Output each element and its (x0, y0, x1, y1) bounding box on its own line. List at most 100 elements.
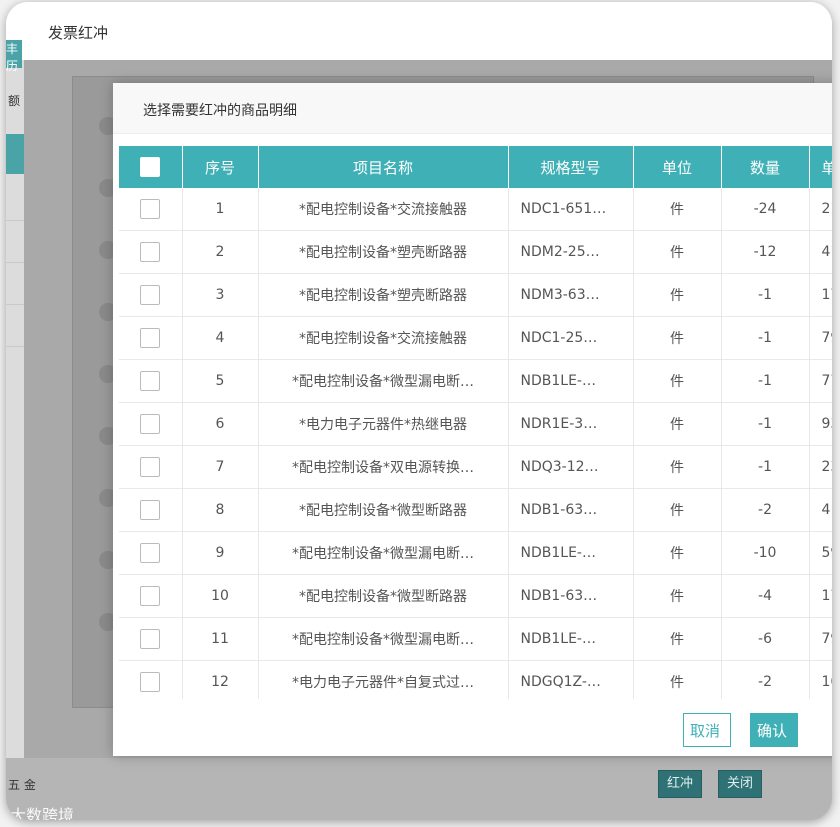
close-button[interactable]: 关闭 (718, 770, 763, 798)
row-checkbox[interactable] (140, 328, 161, 348)
cell-price: 93 (809, 402, 832, 446)
background-teal-block (6, 134, 24, 174)
table-row[interactable]: 3*配电控制设备*塑壳断路器NDM3-63…件-117 (119, 273, 832, 317)
cell-qty: -24 (721, 188, 810, 231)
cell-name: *配电控制设备*双电源转换… (258, 445, 509, 489)
table-row[interactable]: 9*配电控制设备*微型漏电断…NDB1LE-…件-1059 (119, 531, 832, 575)
cell-spec: NDB1-63… (508, 488, 634, 532)
cell-qty: -6 (721, 617, 810, 661)
cell-name: *配电控制设备*交流接触器 (258, 316, 509, 360)
row-checkbox[interactable] (140, 586, 161, 606)
modal-footer: 取消 确认 (113, 703, 832, 756)
items-table-container[interactable]: 序号 项目名称 规格型号 单位 数量 单 1 *配电控制设备*交流接触器 NDC1-… (119, 146, 832, 699)
cell-spec: NDM3-63… (508, 273, 634, 317)
cell-unit: 件 (633, 359, 722, 403)
cell-qty: -4 (721, 574, 810, 618)
cell-no: 5 (182, 359, 259, 403)
cell-qty: -2 (721, 488, 810, 532)
row-checkbox[interactable] (140, 285, 161, 305)
cell-price: 79 (809, 316, 832, 360)
row-checkbox[interactable] (140, 242, 161, 262)
header-price: 单 (809, 146, 832, 188)
table-body: 1*配电控制设备*交流接触器NDC1-651…件-24212*配电控制设备*塑壳… (119, 188, 832, 699)
table-row[interactable]: 5*配电控制设备*微型漏电断…NDB1LE-…件-177 (119, 359, 832, 403)
row-checkbox-cell[interactable] (119, 188, 183, 231)
row-checkbox-cell[interactable] (119, 273, 183, 317)
table-row[interactable]: 7*配电控制设备*双电源转换…NDQ3-12…件-123 (119, 445, 832, 489)
background-tab: 丰历 (6, 40, 22, 73)
table-row[interactable]: 6*电力电子元器件*热继电器NDR1E-3…件-193 (119, 402, 832, 446)
cell-unit: 件 (633, 445, 722, 489)
outer-dialog-header: 发票红冲 (6, 2, 832, 61)
cell-no: 3 (182, 273, 259, 317)
table-row[interactable]: 10*配电控制设备*微型断路器NDB1-63…件-417 (119, 574, 832, 618)
divider (6, 220, 24, 221)
cell-name: *配电控制设备*塑壳断路器 (258, 230, 509, 274)
row-checkbox-cell[interactable] (119, 230, 183, 274)
row-checkbox[interactable] (140, 199, 161, 219)
cell-qty: -12 (721, 230, 810, 274)
select-all-checkbox[interactable] (140, 157, 161, 177)
cell-no: 8 (182, 488, 259, 532)
cell-no: 12 (182, 660, 259, 699)
cancel-button[interactable]: 取消 (683, 713, 731, 747)
row-checkbox-cell[interactable] (119, 316, 183, 360)
select-items-modal: 选择需要红冲的商品明细 序号 项目名称 规格型号 单位 数量 单 1 *配电控制… (113, 83, 832, 756)
cell-unit: 件 (633, 188, 722, 231)
cell-unit: 件 (633, 660, 722, 699)
cell-qty: -1 (721, 402, 810, 446)
modal-title: 选择需要红冲的商品明细 (143, 103, 297, 119)
table-row[interactable]: 8 *配电控制设备*微型断路器 NDB1-63… 件 -2 4 (119, 488, 832, 532)
cell-unit: 件 (633, 273, 722, 317)
cell-qty: -10 (721, 531, 810, 575)
outer-dialog-title: 发票红冲 (48, 24, 109, 42)
row-checkbox-cell[interactable] (119, 488, 183, 532)
hongchong-button[interactable]: 红冲 (658, 770, 703, 798)
table-row[interactable]: 4*配电控制设备*交流接触器NDC1-25…件-179 (119, 316, 832, 360)
cell-price: 4 (809, 488, 832, 532)
cell-spec: NDB1LE-… (508, 617, 634, 661)
row-checkbox[interactable] (140, 414, 161, 434)
row-checkbox[interactable] (140, 500, 161, 520)
cell-price: 59 (809, 531, 832, 575)
divider (6, 304, 24, 305)
row-checkbox[interactable] (140, 457, 161, 477)
cell-name: *配电控制设备*微型漏电断… (258, 531, 509, 575)
modal-header: 选择需要红冲的商品明细 (113, 83, 832, 134)
cell-name: *电力电子元器件*热继电器 (258, 402, 509, 446)
table-row[interactable]: 1*配电控制设备*交流接触器NDC1-651…件-2421 (119, 188, 832, 231)
row-checkbox-cell[interactable] (119, 402, 183, 446)
confirm-button[interactable]: 确认 (750, 713, 798, 747)
row-checkbox[interactable] (140, 629, 161, 649)
cell-name: *配电控制设备*微型断路器 (258, 488, 509, 532)
background-footer-text: 五 金 (8, 778, 36, 792)
table-row[interactable]: 11*配电控制设备*微型漏电断…NDB1LE-…件-679 (119, 617, 832, 661)
row-checkbox[interactable] (140, 672, 161, 692)
row-checkbox[interactable] (140, 371, 161, 391)
cell-price: 79 (809, 617, 832, 661)
cell-name: *配电控制设备*塑壳断路器 (258, 273, 509, 317)
row-checkbox-cell[interactable] (119, 445, 183, 489)
background-left-panel: 丰历 额 (6, 40, 24, 820)
cell-no: 6 (182, 402, 259, 446)
row-checkbox-cell[interactable] (119, 617, 183, 661)
cell-spec: NDB1LE-… (508, 359, 634, 403)
cell-no: 11 (182, 617, 259, 661)
cell-spec: NDQ3-12… (508, 445, 634, 489)
row-checkbox-cell[interactable] (119, 531, 183, 575)
row-checkbox-cell[interactable] (119, 660, 183, 699)
cell-name: *配电控制设备*微型漏电断… (258, 359, 509, 403)
cell-qty: -1 (721, 359, 810, 403)
row-checkbox-cell[interactable] (119, 359, 183, 403)
table-row[interactable]: 12*电力电子元器件*自复式过…NDGQ1Z-…件-216 (119, 660, 832, 699)
cell-no: 9 (182, 531, 259, 575)
cell-name: *配电控制设备*交流接触器 (258, 188, 509, 231)
header-unit: 单位 (633, 146, 722, 188)
divider (6, 346, 24, 347)
row-checkbox-cell[interactable] (119, 574, 183, 618)
row-checkbox[interactable] (140, 543, 161, 563)
cell-spec: NDB1LE-… (508, 531, 634, 575)
table-row[interactable]: 2*配电控制设备*塑壳断路器NDM2-25…件-1241 (119, 230, 832, 274)
cell-unit: 件 (633, 574, 722, 618)
select-all-header[interactable] (119, 146, 183, 188)
